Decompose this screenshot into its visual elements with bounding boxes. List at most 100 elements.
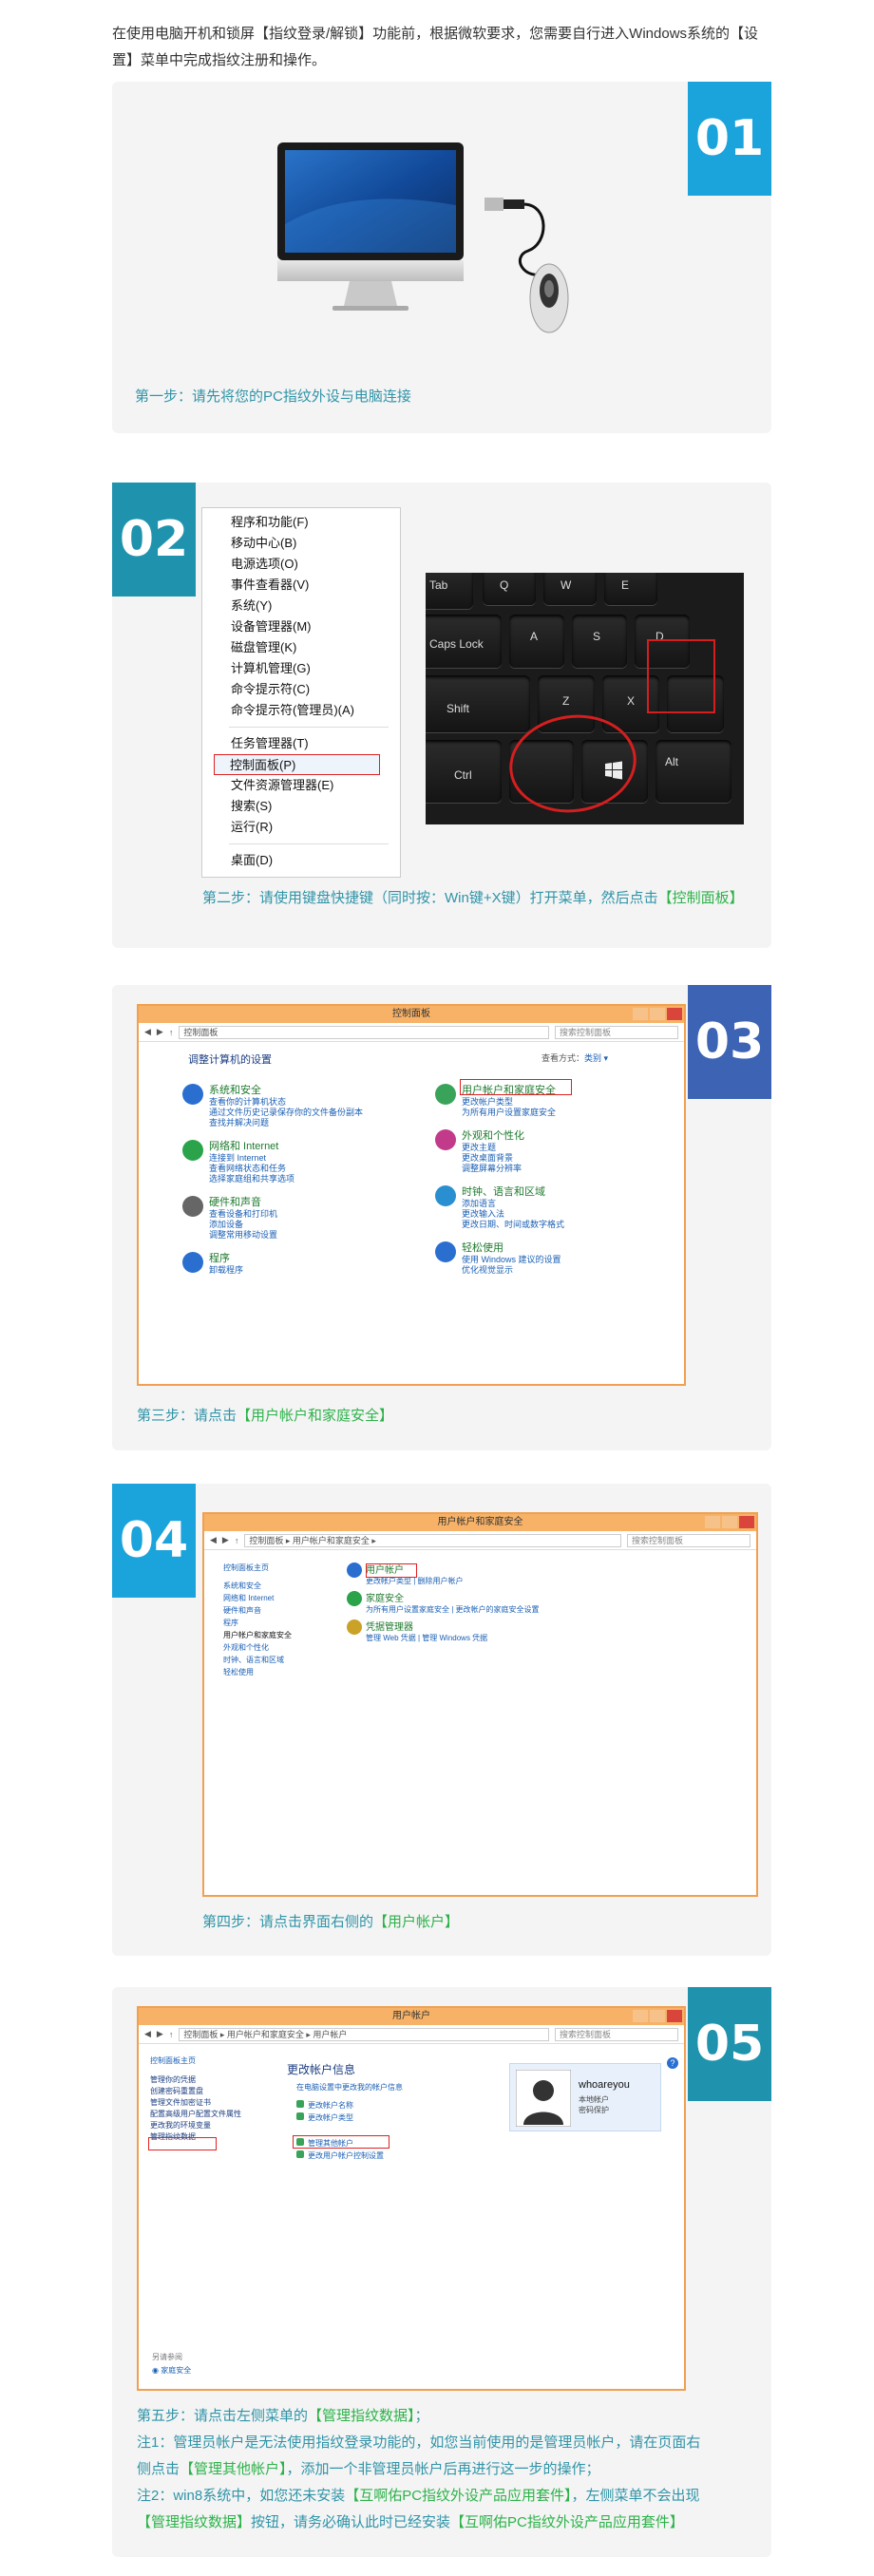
section-title[interactable]: 凭据管理器: [366, 1619, 727, 1633]
category-link[interactable]: 添加语言: [462, 1199, 654, 1209]
section-title[interactable]: 用户帐户: [366, 1562, 727, 1576]
category-link[interactable]: 查看网络状态和任务: [209, 1164, 401, 1174]
forward-arrow-icon[interactable]: ▶: [222, 1535, 229, 1545]
section-link[interactable]: 更改帐户类型: [366, 1577, 411, 1585]
category-link[interactable]: 通过文件历史记录保存你的文件备份副本: [209, 1108, 401, 1118]
maximize-button[interactable]: [650, 2010, 665, 2022]
sidebar-item[interactable]: 创建密码重置盘: [150, 2086, 293, 2097]
account-link[interactable]: 更改帐户名称: [296, 2099, 353, 2112]
family-safety-link[interactable]: ◉ 家庭安全: [152, 2365, 191, 2377]
search-input[interactable]: 搜索控制面板: [555, 2027, 678, 2041]
category-title[interactable]: 网络和 Internet: [209, 1138, 401, 1153]
category-link[interactable]: 优化视觉显示: [462, 1265, 654, 1276]
minimize-button[interactable]: [633, 1008, 648, 1020]
sidebar-item[interactable]: 管理你的凭据: [150, 2074, 293, 2086]
forward-arrow-icon[interactable]: ▶: [157, 1027, 163, 1037]
note1-suffix: ，添加一个非管理员帐户后再进行这一步的操作；: [286, 2461, 600, 2477]
sidebar-item[interactable]: 更改我的环境变量: [150, 2120, 293, 2131]
forward-arrow-icon[interactable]: ▶: [157, 2029, 163, 2039]
menu-item[interactable]: 搜索(S): [202, 796, 400, 817]
note1: 注1：管理员帐户是无法使用指纹登录功能的，如您当前使用的是管理员帐户，请在页面右…: [137, 2430, 707, 2483]
category-title[interactable]: 轻松使用: [462, 1240, 654, 1255]
menu-item[interactable]: 命令提示符(C): [202, 679, 400, 700]
category-link[interactable]: 更改主题: [462, 1143, 654, 1153]
menu-item-control-panel[interactable]: 控制面板(P): [214, 754, 380, 775]
up-arrow-icon[interactable]: ↑: [235, 1536, 239, 1545]
close-button[interactable]: [667, 2010, 682, 2022]
menu-item[interactable]: 任务管理器(T): [202, 733, 400, 754]
category-title[interactable]: 硬件和声音: [209, 1194, 401, 1209]
category-link[interactable]: 使用 Windows 建议的设置: [462, 1255, 654, 1265]
search-input[interactable]: 搜索控制面板: [627, 1533, 750, 1547]
section-title[interactable]: 家庭安全: [366, 1590, 727, 1604]
maximize-button[interactable]: [722, 1516, 737, 1528]
sidebar-item[interactable]: 控制面板主页: [150, 2055, 293, 2067]
category-link[interactable]: 更改帐户类型: [462, 1097, 654, 1108]
menu-item[interactable]: 命令提示符(管理员)(A): [202, 700, 400, 721]
back-arrow-icon[interactable]: ◀: [144, 2029, 151, 2039]
search-input[interactable]: 搜索控制面板: [555, 1025, 678, 1039]
category-title[interactable]: 外观和个性化: [462, 1127, 654, 1143]
menu-item[interactable]: 运行(R): [202, 817, 400, 838]
view-by-dropdown[interactable]: 类别 ▾: [584, 1053, 608, 1063]
menu-item[interactable]: 程序和功能(F): [202, 512, 400, 533]
up-arrow-icon[interactable]: ↑: [169, 1028, 174, 1037]
address-input[interactable]: 控制面板: [179, 1025, 549, 1039]
menu-item[interactable]: 磁盘管理(K): [202, 637, 400, 658]
address-input[interactable]: 控制面板 ▸ 用户帐户和家庭安全 ▸ 用户帐户: [179, 2027, 549, 2041]
minimize-button[interactable]: [633, 2010, 648, 2022]
account-link[interactable]: 更改帐户类型: [296, 2112, 353, 2124]
menu-item[interactable]: 文件资源管理器(E): [202, 775, 400, 796]
category-link[interactable]: 为所有用户设置家庭安全: [462, 1108, 654, 1118]
account-link[interactable]: 更改用户帐户控制设置: [296, 2150, 384, 2162]
close-button[interactable]: [739, 1516, 754, 1528]
close-button[interactable]: [667, 1008, 682, 1020]
category-link[interactable]: 连接到 Internet: [209, 1153, 401, 1164]
category-title[interactable]: 系统和安全: [209, 1082, 401, 1097]
sidebar-item[interactable]: 网络和 Internet: [223, 1592, 356, 1604]
category-link[interactable]: 添加设备: [209, 1220, 401, 1230]
category-title[interactable]: 时钟、语言和区域: [462, 1184, 654, 1199]
sidebar-item[interactable]: 用户帐户和家庭安全: [223, 1629, 356, 1641]
address-input[interactable]: 控制面板 ▸ 用户帐户和家庭安全 ▸: [244, 1533, 621, 1547]
category-link[interactable]: 更改输入法: [462, 1209, 654, 1220]
sidebar-item[interactable]: 硬件和声音: [223, 1604, 356, 1617]
sidebar-item[interactable]: 时钟、语言和区域: [223, 1654, 356, 1666]
category-link[interactable]: 查找并解决问题: [209, 1118, 401, 1128]
section-link[interactable]: 删除用户帐户: [418, 1577, 464, 1585]
category-title[interactable]: 程序: [209, 1250, 401, 1265]
section-link[interactable]: 管理 Windows 凭据: [422, 1634, 487, 1642]
sidebar-item[interactable]: 轻松使用: [223, 1666, 356, 1678]
sidebar-item[interactable]: 外观和个性化: [223, 1641, 356, 1654]
category-link[interactable]: 查看设备和打印机: [209, 1209, 401, 1220]
category-link[interactable]: 更改日期、时间或数字格式: [462, 1220, 654, 1230]
sidebar-item[interactable]: 控制面板主页: [223, 1562, 356, 1574]
menu-item[interactable]: 桌面(D): [202, 850, 400, 871]
pc-settings-link[interactable]: 在电脑设置中更改我的帐户信息: [296, 2082, 403, 2093]
menu-item[interactable]: 事件查看器(V): [202, 575, 400, 596]
category-link[interactable]: 调整屏幕分辨率: [462, 1164, 654, 1174]
menu-item[interactable]: 电源选项(O): [202, 554, 400, 575]
sidebar-item[interactable]: 系统和安全: [223, 1580, 356, 1592]
minimize-button[interactable]: [705, 1516, 720, 1528]
category-link[interactable]: 卸载程序: [209, 1265, 401, 1276]
back-arrow-icon[interactable]: ◀: [144, 1027, 151, 1037]
sidebar-item[interactable]: 配置高级用户配置文件属性: [150, 2109, 293, 2120]
menu-item[interactable]: 系统(Y): [202, 596, 400, 616]
help-icon[interactable]: ?: [667, 2057, 678, 2069]
menu-item[interactable]: 设备管理器(M): [202, 616, 400, 637]
sidebar-item[interactable]: 程序: [223, 1617, 356, 1629]
section-link[interactable]: 管理 Web 凭据: [366, 1634, 416, 1642]
menu-item[interactable]: 计算机管理(G): [202, 658, 400, 679]
section-link[interactable]: 为所有用户设置家庭安全: [366, 1605, 449, 1614]
up-arrow-icon[interactable]: ↑: [169, 2030, 174, 2039]
menu-item[interactable]: 移动中心(B): [202, 533, 400, 554]
maximize-button[interactable]: [650, 1008, 665, 1020]
category-link[interactable]: 查看你的计算机状态: [209, 1097, 401, 1108]
section-link[interactable]: 更改帐户的家庭安全设置: [456, 1605, 540, 1614]
category-link[interactable]: 选择家庭组和共享选项: [209, 1174, 401, 1184]
sidebar-item[interactable]: 管理文件加密证书: [150, 2097, 293, 2109]
category-link[interactable]: 调整常用移动设置: [209, 1230, 401, 1241]
category-link[interactable]: 更改桌面背景: [462, 1153, 654, 1164]
back-arrow-icon[interactable]: ◀: [210, 1535, 217, 1545]
